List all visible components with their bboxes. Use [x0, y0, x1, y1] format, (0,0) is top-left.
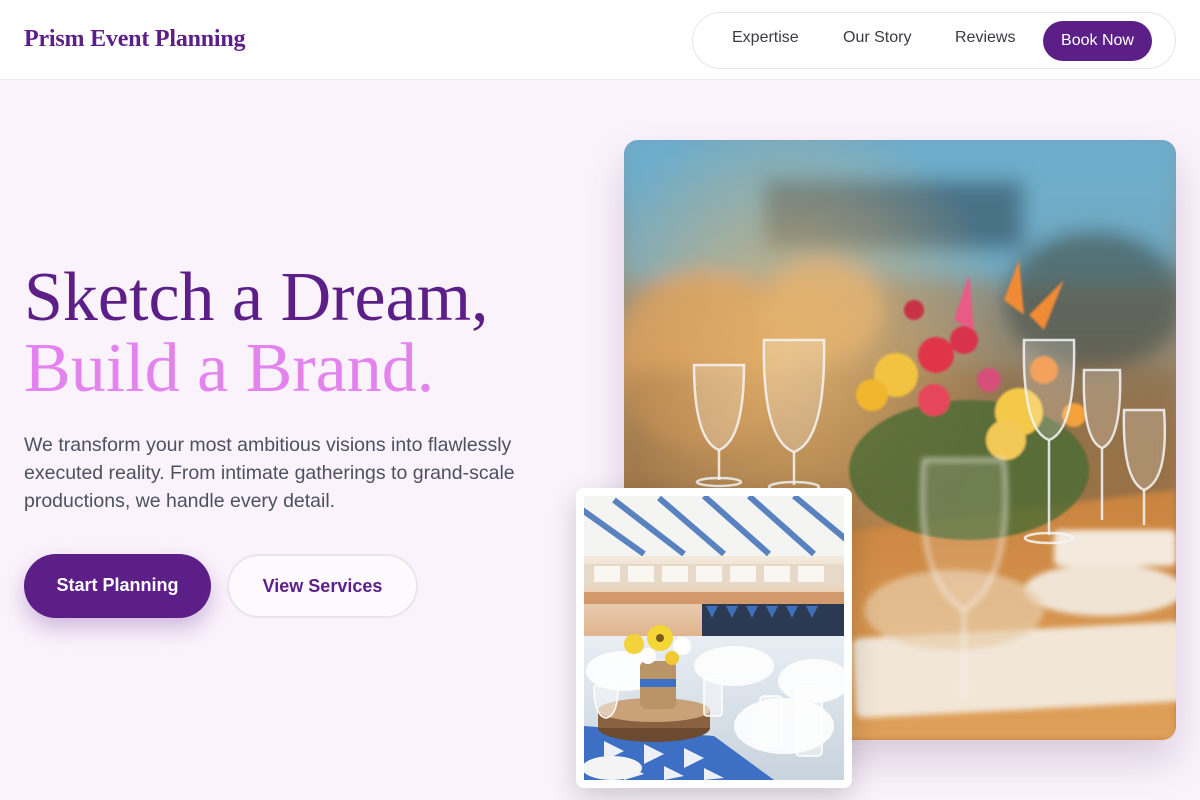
- brand-logo[interactable]: Prism Event Planning: [24, 26, 246, 53]
- nav-link-reviews[interactable]: Reviews: [955, 29, 1015, 47]
- main-nav: Expertise Our Story Reviews Book Now: [692, 12, 1176, 69]
- hero-secondary-image: [576, 488, 852, 788]
- hero-headline-line2: Build a Brand.: [24, 330, 435, 407]
- view-services-button[interactable]: View Services: [227, 554, 418, 618]
- start-planning-button[interactable]: Start Planning: [24, 554, 211, 618]
- hero-subtitle: We transform your most ambitious visions…: [24, 434, 515, 512]
- hero-headline: Sketch a Dream, Build a Brand.: [24, 262, 489, 404]
- nav-link-our-story[interactable]: Our Story: [843, 29, 911, 47]
- nav-link-expertise[interactable]: Expertise: [732, 29, 799, 47]
- hero-headline-line1: Sketch a Dream,: [24, 259, 489, 336]
- book-now-button[interactable]: Book Now: [1043, 21, 1152, 61]
- banquet-hall-photo: [584, 496, 844, 780]
- site-header: Prism Event Planning Expertise Our Story…: [0, 0, 1200, 80]
